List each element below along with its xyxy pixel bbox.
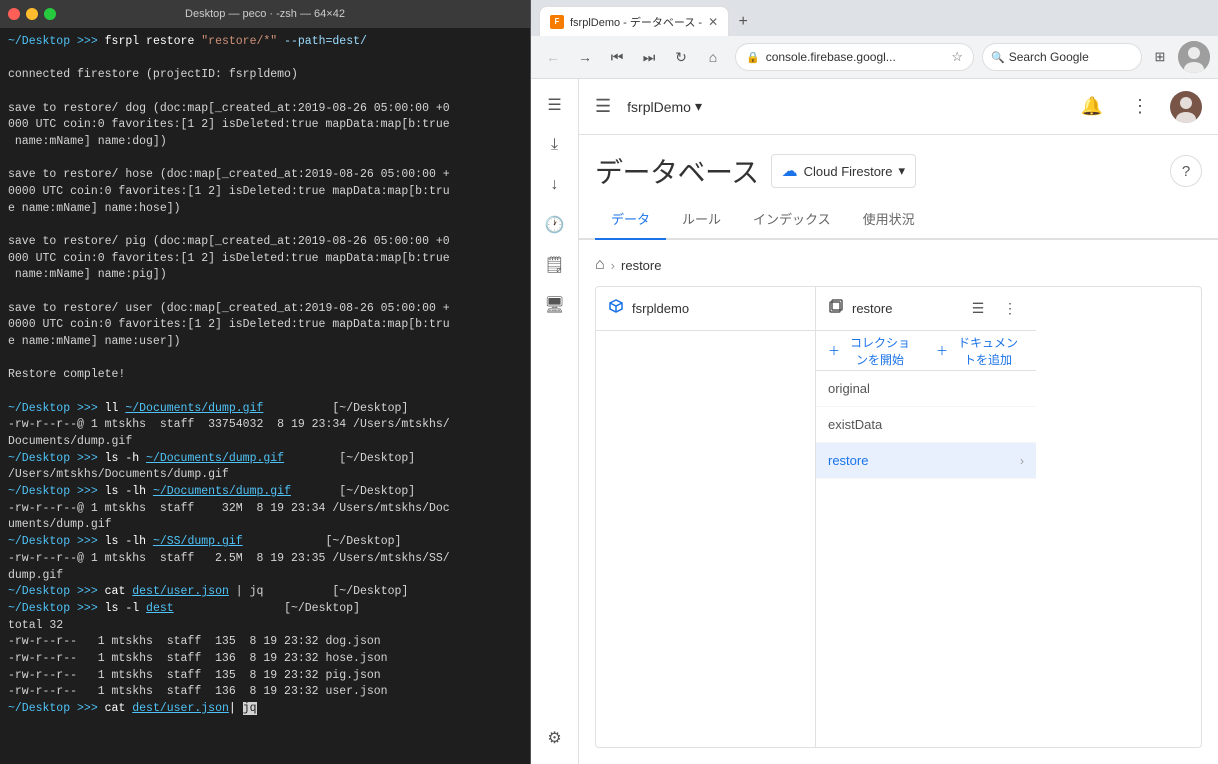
panel-item-original[interactable]: original	[816, 371, 1036, 407]
panel-item-restore[interactable]: restore ›	[816, 443, 1036, 479]
cloud-firestore-label: Cloud Firestore	[804, 164, 893, 179]
panel-more-button[interactable]: ⋮	[996, 295, 1024, 323]
breadcrumb-restore[interactable]: restore	[621, 258, 661, 273]
tab-close-button[interactable]: ✕	[708, 15, 718, 29]
tab-label: fsrplDemo - データベース -	[570, 14, 702, 30]
skip-back-button[interactable]: ⏮	[603, 43, 631, 71]
sidebar-icon-settings[interactable]: ⚙	[537, 720, 573, 756]
address-url: console.firebase.googl...	[766, 50, 946, 64]
tab-bar: F fsrplDemo - データベース - ✕ +	[531, 0, 1218, 36]
breadcrumb: ⌂ › restore	[595, 256, 1202, 274]
panel-project-header: fsrpldemo	[596, 287, 815, 331]
cloud-firestore-chevron: ▾	[898, 163, 905, 179]
panel-item-existData[interactable]: existData	[816, 407, 1036, 443]
add-document-button[interactable]: ＋ ドキュメントを追加	[936, 334, 1024, 368]
panel-item-chevron-restore: ›	[1020, 454, 1024, 468]
panel-restore-icon	[828, 298, 844, 319]
firebase-main: ☰ fsrplDemo ▾ 🔔 ⋮ データベース ☁ Cloud Firesto…	[579, 79, 1218, 764]
user-avatar[interactable]	[1170, 91, 1202, 123]
cloud-firestore-button[interactable]: ☁ Cloud Firestore ▾	[771, 154, 916, 188]
terminal-body[interactable]: ~/Desktop >>> fsrpl restore "restore/*" …	[0, 28, 530, 764]
firebase-project-name[interactable]: fsrplDemo ▾	[627, 98, 702, 115]
breadcrumb-home-icon[interactable]: ⌂	[595, 256, 605, 274]
bookmark-icon[interactable]: ☆	[951, 49, 963, 65]
tab-favicon: F	[550, 15, 564, 29]
firestore-content: ⌂ › restore fsrpldemo	[579, 240, 1218, 764]
panel-item-label-restore: restore	[828, 453, 868, 468]
help-button[interactable]: ?	[1170, 155, 1202, 187]
more-vert-button[interactable]: ⋮	[1122, 89, 1158, 125]
minimize-traffic-light[interactable]	[26, 8, 38, 20]
firebase-app: ☰ ⤓ ↓ 🕐 🗒 🖥 ⚙ ☰ fsrplDemo ▾ 🔔 ⋮	[531, 79, 1218, 764]
avatar[interactable]	[1178, 41, 1210, 73]
sidebar-icon-menu[interactable]: ☰	[537, 87, 573, 123]
add-collection-button[interactable]: ＋ コレクションを開始	[828, 334, 916, 368]
browser-panel: F fsrplDemo - データベース - ✕ + ← → ⏮ ⏭ ↻ ⌂ 🔒…	[530, 0, 1218, 764]
panel-project-title: fsrpldemo	[632, 301, 803, 316]
panel-restore-header: restore ☰ ⋮	[816, 287, 1036, 331]
add-collection-plus: ＋	[828, 342, 840, 359]
tab-usage[interactable]: 使用状況	[847, 199, 931, 240]
maximize-traffic-light[interactable]	[44, 8, 56, 20]
panel-restore-actions: ☰ ⋮	[964, 295, 1024, 323]
forward-button[interactable]: →	[571, 43, 599, 71]
page-title: データベース	[595, 151, 759, 191]
tab-indexes[interactable]: インデックス	[737, 199, 847, 240]
panel-restore-items: original existData restore ›	[816, 371, 1036, 747]
firebase-header: ☰ fsrplDemo ▾ 🔔 ⋮	[579, 79, 1218, 135]
browser-toolbar: ← → ⏮ ⏭ ↻ ⌂ 🔒 console.firebase.googl... …	[531, 36, 1218, 78]
notifications-button[interactable]: 🔔	[1074, 89, 1110, 125]
panel-item-label-original: original	[828, 381, 870, 396]
skip-forward-button[interactable]: ⏭	[635, 43, 663, 71]
terminal-titlebar: Desktop — peco · -zsh — 64×42	[0, 0, 530, 28]
refresh-button[interactable]: ↻	[667, 43, 695, 71]
panel-restore: restore ☰ ⋮ ＋ コレクションを開始	[816, 287, 1036, 747]
panel-item-label-existData: existData	[828, 417, 882, 432]
tab-rules[interactable]: ルール	[666, 199, 737, 240]
breadcrumb-separator: ›	[611, 258, 615, 273]
firebase-left-sidebar: ☰ ⤓ ↓ 🕐 🗒 🖥 ⚙	[531, 79, 579, 764]
search-label: Search Google	[1009, 50, 1089, 64]
firebase-page-header: データベース ☁ Cloud Firestore ▾ ?	[579, 135, 1218, 191]
add-collection-label: コレクションを開始	[844, 334, 916, 368]
project-dropdown-icon[interactable]: ▾	[695, 98, 702, 115]
cloud-icon: ☁	[782, 161, 798, 181]
search-bar[interactable]: 🔍 Search Google	[982, 43, 1142, 71]
home-button[interactable]: ⌂	[699, 43, 727, 71]
sidebar-icon-clock[interactable]: 🕐	[537, 207, 573, 243]
panel-project: fsrpldemo	[596, 287, 816, 747]
terminal-panel: Desktop — peco · -zsh — 64×42 ~/Desktop …	[0, 0, 530, 764]
address-bar[interactable]: 🔒 console.firebase.googl... ☆	[735, 43, 974, 71]
firebase-tabs: データルールインデックス使用状況	[579, 199, 1218, 240]
sidebar-icon-download[interactable]: ↓	[537, 167, 573, 203]
back-button[interactable]: ←	[539, 43, 567, 71]
tab-favicon-letter: F	[555, 17, 560, 26]
panel-project-icon	[608, 298, 624, 319]
panel-add-bar: ＋ コレクションを開始 ＋ ドキュメントを追加	[816, 331, 1036, 371]
new-tab-button[interactable]: +	[729, 8, 757, 36]
lock-icon: 🔒	[746, 51, 760, 64]
close-traffic-light[interactable]	[8, 8, 20, 20]
panel-restore-title: restore	[852, 301, 956, 316]
firestore-panels: fsrpldemo restore ☰ ⋮	[595, 286, 1202, 748]
browser-chrome: F fsrplDemo - データベース - ✕ + ← → ⏮ ⏭ ↻ ⌂ 🔒…	[531, 0, 1218, 79]
panel-filter-button[interactable]: ☰	[964, 295, 992, 323]
browser-tab[interactable]: F fsrplDemo - データベース - ✕	[539, 6, 729, 36]
search-icon: 🔍	[991, 51, 1005, 64]
sidebar-icon-monitor[interactable]: 🖥	[537, 287, 573, 323]
hamburger-icon[interactable]: ☰	[595, 96, 611, 117]
tab-data[interactable]: データ	[595, 199, 666, 240]
extensions-button[interactable]: ⊞	[1146, 43, 1174, 71]
terminal-title: Desktop — peco · -zsh — 64×42	[185, 8, 345, 20]
sidebar-icon-file[interactable]: 🗒	[537, 247, 573, 283]
add-document-plus: ＋	[936, 342, 948, 359]
project-name-label: fsrplDemo	[627, 99, 691, 115]
sidebar-icon-bookmark[interactable]: ⤓	[537, 127, 573, 163]
add-document-label: ドキュメントを追加	[952, 334, 1024, 368]
